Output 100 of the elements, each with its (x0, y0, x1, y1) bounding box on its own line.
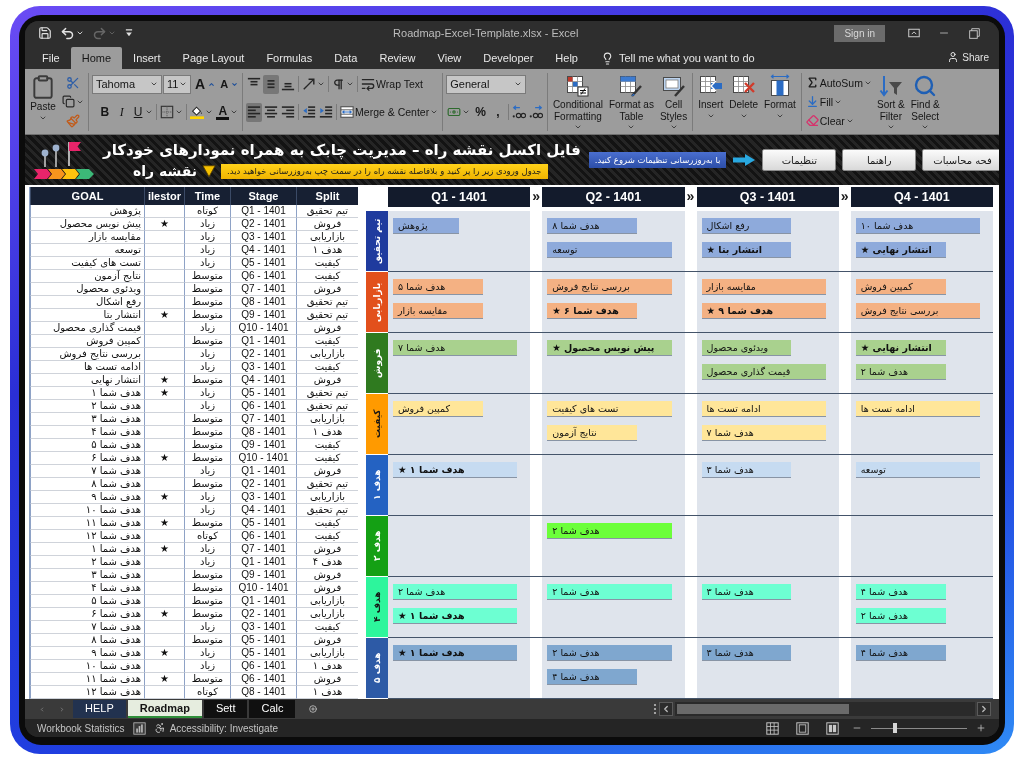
scroll-left-button[interactable] (659, 702, 673, 716)
scroll-right-button[interactable] (977, 702, 991, 716)
task-card: هدف شما ۲ (547, 584, 672, 599)
italic-button[interactable]: I (113, 102, 130, 122)
task-card: هدف شما ۸ (547, 218, 638, 233)
ribbon-tab[interactable]: Developer (472, 47, 545, 69)
ribbon-tab[interactable]: Help (544, 47, 589, 69)
percent-button[interactable]: % (472, 102, 489, 122)
workbook-statistics-button[interactable]: Workbook Statistics (37, 722, 125, 734)
table-cell: ★ (144, 491, 184, 504)
scrollbar-thumb[interactable] (677, 704, 849, 714)
table-cell: هدف شما ۸ (30, 478, 144, 491)
underline-button[interactable]: U (130, 102, 155, 122)
sort-filter-button[interactable]: Sort & Filter (874, 73, 907, 131)
sign-in-button[interactable]: Sign in (834, 24, 885, 42)
bold-button[interactable]: B (96, 102, 113, 122)
sheet-tab[interactable]: Calc (249, 700, 296, 718)
task-card: بررسی نتایج فروش (547, 279, 672, 294)
sheet-tab[interactable]: Roadmap (127, 700, 202, 718)
accessibility-button[interactable]: Accessibility: Investigate (153, 722, 278, 734)
ribbon-tab[interactable]: Review (368, 47, 427, 69)
empty-cell (144, 439, 184, 452)
number-format-dropdown[interactable]: General (446, 74, 527, 94)
table-cell: Q4 - 1401 (230, 244, 296, 257)
table-cell: Q8 - 1401 (230, 296, 296, 309)
font-name-dropdown[interactable]: Tahoma (92, 74, 162, 94)
clear-button[interactable]: Clear (804, 111, 873, 130)
conditional-formatting-button[interactable]: Conditional Formatting (550, 73, 605, 131)
task-card: هدف شما ۱۰ (855, 218, 981, 233)
sheet-link-button[interactable]: فحه محاسبات (922, 149, 999, 171)
table-cell: کیفیت (296, 335, 358, 348)
horizontal-scrollbar[interactable] (675, 702, 975, 716)
task-card: نتایج آزمون (547, 425, 638, 440)
table-cell: تیم تحقیق (296, 478, 358, 491)
empty-cell (144, 361, 184, 374)
middle-align-button[interactable] (263, 74, 280, 94)
copy-button[interactable] (61, 92, 85, 111)
table-cell: کیفیت (296, 439, 358, 452)
caret-icon (230, 108, 239, 116)
align-left-icon (247, 105, 262, 119)
task-card: انتشار نهایی ★ (855, 340, 946, 355)
fill-button[interactable]: Fill (804, 92, 873, 111)
ribbon-tab[interactable]: Insert (122, 47, 172, 69)
caret-icon (175, 108, 184, 116)
sheet-link-button[interactable]: تنظیمات (762, 149, 837, 171)
table-cell: Q10 - 1401 (230, 452, 296, 465)
font-color-button[interactable]: A (215, 102, 240, 122)
share-button[interactable]: Share (943, 51, 993, 63)
autosum-button[interactable]: AutoSum (804, 73, 873, 92)
align-left-button[interactable] (246, 102, 263, 122)
table-cell: زیاد (184, 491, 230, 504)
table-cell: Q6 - 1401 (230, 673, 296, 686)
insert-button[interactable]: Insert (696, 73, 726, 131)
delete-button[interactable]: Delete (727, 73, 761, 131)
table-cell: متوسط (184, 569, 230, 582)
task-card: هدف شما ۴ (547, 669, 638, 684)
sheet-tab[interactable]: Sett (203, 700, 248, 718)
find-select-button[interactable]: Find & Select (908, 73, 942, 131)
table-cell: متوسط (184, 270, 230, 283)
ribbon-tab[interactable]: Home (70, 47, 123, 69)
table-cell: متوسط (184, 582, 230, 595)
sheet-tab[interactable]: HELP (73, 700, 126, 718)
shrink-font-button[interactable]: A (217, 74, 240, 94)
cell-styles-button[interactable]: Cell Styles (657, 73, 690, 131)
table-cell: ★ (144, 608, 184, 621)
format-as-table-button[interactable]: Format as Table (606, 73, 656, 131)
table-cell: تیم تحقیق (296, 309, 358, 322)
table-cell: هدف شما ۱۱ (30, 517, 144, 530)
table-cell: متوسط (184, 517, 230, 530)
comma-style-button[interactable]: , (489, 102, 506, 122)
table-cell: فروش (296, 634, 358, 647)
table-cell: زیاد (184, 257, 230, 270)
instruction-note: جدول ورودی زیر را پر کنید و بلافاصله نقشه راه را در سمت چپ به‌روزرسانی خواهید دید. (221, 163, 548, 179)
task-card: هدف شما ۵ (393, 279, 483, 294)
sheet-link-button[interactable]: راهنما (842, 149, 917, 171)
tell-me-field[interactable]: Tell me what you want to do (618, 52, 794, 64)
lane-label: بازاریابی (366, 272, 388, 333)
table-cell: Q3 - 1401 (230, 361, 296, 374)
merge-center-button[interactable]: Merge & Center (339, 102, 440, 122)
table-cell: ★ (144, 673, 184, 686)
ribbon-tab[interactable]: Formulas (255, 47, 324, 69)
ribbon-tab[interactable]: Page Layout (171, 47, 256, 69)
empty-cell (144, 257, 184, 270)
format-button[interactable]: Format (762, 73, 798, 131)
hint-note: با به‌روزرسانی تنظیمات شروع کنید. (588, 152, 727, 168)
caret-icon (669, 123, 678, 131)
table-cell: زیاد (184, 361, 230, 374)
font-size-dropdown[interactable]: 11 (163, 74, 191, 94)
chevron-right-icon (979, 704, 989, 714)
wrap-text-button[interactable]: Wrap Text (360, 74, 424, 94)
ribbon-tab[interactable]: View (426, 47, 473, 69)
paste-button[interactable]: Paste (28, 73, 58, 131)
ribbon-tab[interactable]: File (31, 47, 71, 69)
grow-font-button[interactable]: A (192, 74, 217, 94)
table-cell: زیاد (184, 348, 230, 361)
table-cell: بازاریابی (296, 491, 358, 504)
empty-cell (144, 426, 184, 439)
ribbon-tab[interactable]: Data (323, 47, 369, 69)
zoom-thumb[interactable] (893, 723, 897, 733)
bar-chart-icon[interactable] (132, 721, 146, 735)
